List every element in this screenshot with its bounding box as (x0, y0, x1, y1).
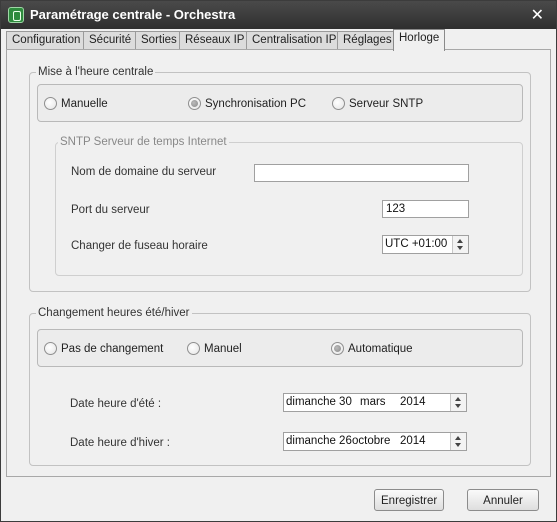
time-mode-radio-group: Manuelle Synchronisation PC Serveur SNTP (37, 84, 523, 122)
radio-dot-icon (187, 342, 200, 355)
radio-dot-icon (44, 97, 57, 110)
time-setting-legend: Mise à l'heure centrale (38, 66, 154, 78)
tab-reglages[interactable]: Réglages (337, 31, 398, 50)
domain-input[interactable] (254, 164, 469, 182)
title-bar: Paramétrage centrale - Orchestra ✕ (1, 1, 556, 29)
winter-day: dimanche 26 (286, 435, 352, 447)
radio-dot-selected-icon (188, 97, 201, 110)
tab-sorties[interactable]: Sorties (135, 31, 183, 50)
tab-centralisation-ip[interactable]: Centralisation IP (246, 31, 343, 50)
radio-manuelle[interactable]: Manuelle (44, 97, 108, 110)
timezone-spinner[interactable]: UTC +01:00 (382, 235, 469, 254)
winter-date-spinner[interactable]: dimanche 26 octobre 2014 (283, 432, 467, 451)
domain-label: Nom de domaine du serveur (71, 166, 217, 178)
radio-manuelle-label: Manuelle (61, 97, 108, 110)
radio-automatique[interactable]: Automatique (331, 342, 413, 355)
save-button[interactable]: Enregistrer (374, 489, 444, 511)
summer-day: dimanche 30 (286, 396, 352, 408)
time-setting-group: Mise à l'heure centrale Manuelle Synchro… (29, 66, 531, 292)
summer-month: mars (360, 396, 386, 408)
spin-arrows-icon[interactable] (450, 433, 466, 450)
app-icon (8, 7, 24, 23)
dst-legend: Changement heures été/hiver (38, 307, 190, 319)
dst-radio-group: Pas de changement Manuel Automatique (37, 329, 523, 367)
cancel-button[interactable]: Annuler (467, 489, 539, 511)
dst-group: Changement heures été/hiver Pas de chang… (29, 307, 531, 466)
close-icon[interactable]: ✕ (531, 5, 544, 25)
winter-year: 2014 (400, 435, 426, 447)
sntp-legend: SNTP Serveur de temps Internet (60, 136, 227, 148)
timezone-label: Changer de fuseau horaire (71, 240, 208, 252)
winter-month: octobre (352, 435, 391, 447)
port-label: Port du serveur (71, 204, 150, 216)
tab-configuration[interactable]: Configuration (6, 31, 87, 50)
window-title: Paramétrage centrale - Orchestra (30, 7, 236, 22)
tab-horloge[interactable]: Horloge (393, 29, 446, 51)
port-input[interactable] (382, 200, 469, 218)
radio-dot-icon (332, 97, 345, 110)
spin-arrows-icon[interactable] (452, 236, 468, 253)
tab-reseaux-ip[interactable]: Réseaux IP (179, 31, 251, 50)
sntp-group: SNTP Serveur de temps Internet Nom de do… (55, 136, 523, 276)
radio-pas-de-changement[interactable]: Pas de changement (44, 342, 163, 355)
radio-manuel[interactable]: Manuel (187, 342, 242, 355)
summer-date-spinner[interactable]: dimanche 30 mars 2014 (283, 393, 467, 412)
summer-date-label: Date heure d'été : (70, 398, 162, 410)
radio-synchronisation-pc[interactable]: Synchronisation PC (188, 97, 306, 110)
timezone-value: UTC +01:00 (385, 238, 448, 250)
radio-serveur-sntp[interactable]: Serveur SNTP (332, 97, 423, 110)
radio-pas-de-changement-label: Pas de changement (61, 342, 164, 355)
radio-dot-icon (44, 342, 57, 355)
winter-date-label: Date heure d'hiver : (70, 437, 171, 449)
radio-manuel-label: Manuel (204, 342, 242, 355)
summer-year: 2014 (400, 396, 426, 408)
tab-securite[interactable]: Sécurité (83, 31, 138, 50)
radio-serveur-sntp-label: Serveur SNTP (349, 97, 424, 110)
spin-arrows-icon[interactable] (450, 394, 466, 411)
radio-automatique-label: Automatique (348, 342, 413, 355)
settings-window: Paramétrage centrale - Orchestra ✕ Confi… (0, 0, 557, 522)
radio-dot-selected-icon (331, 342, 344, 355)
radio-synchronisation-pc-label: Synchronisation PC (205, 97, 306, 110)
tab-panel: Mise à l'heure centrale Manuelle Synchro… (6, 49, 551, 477)
